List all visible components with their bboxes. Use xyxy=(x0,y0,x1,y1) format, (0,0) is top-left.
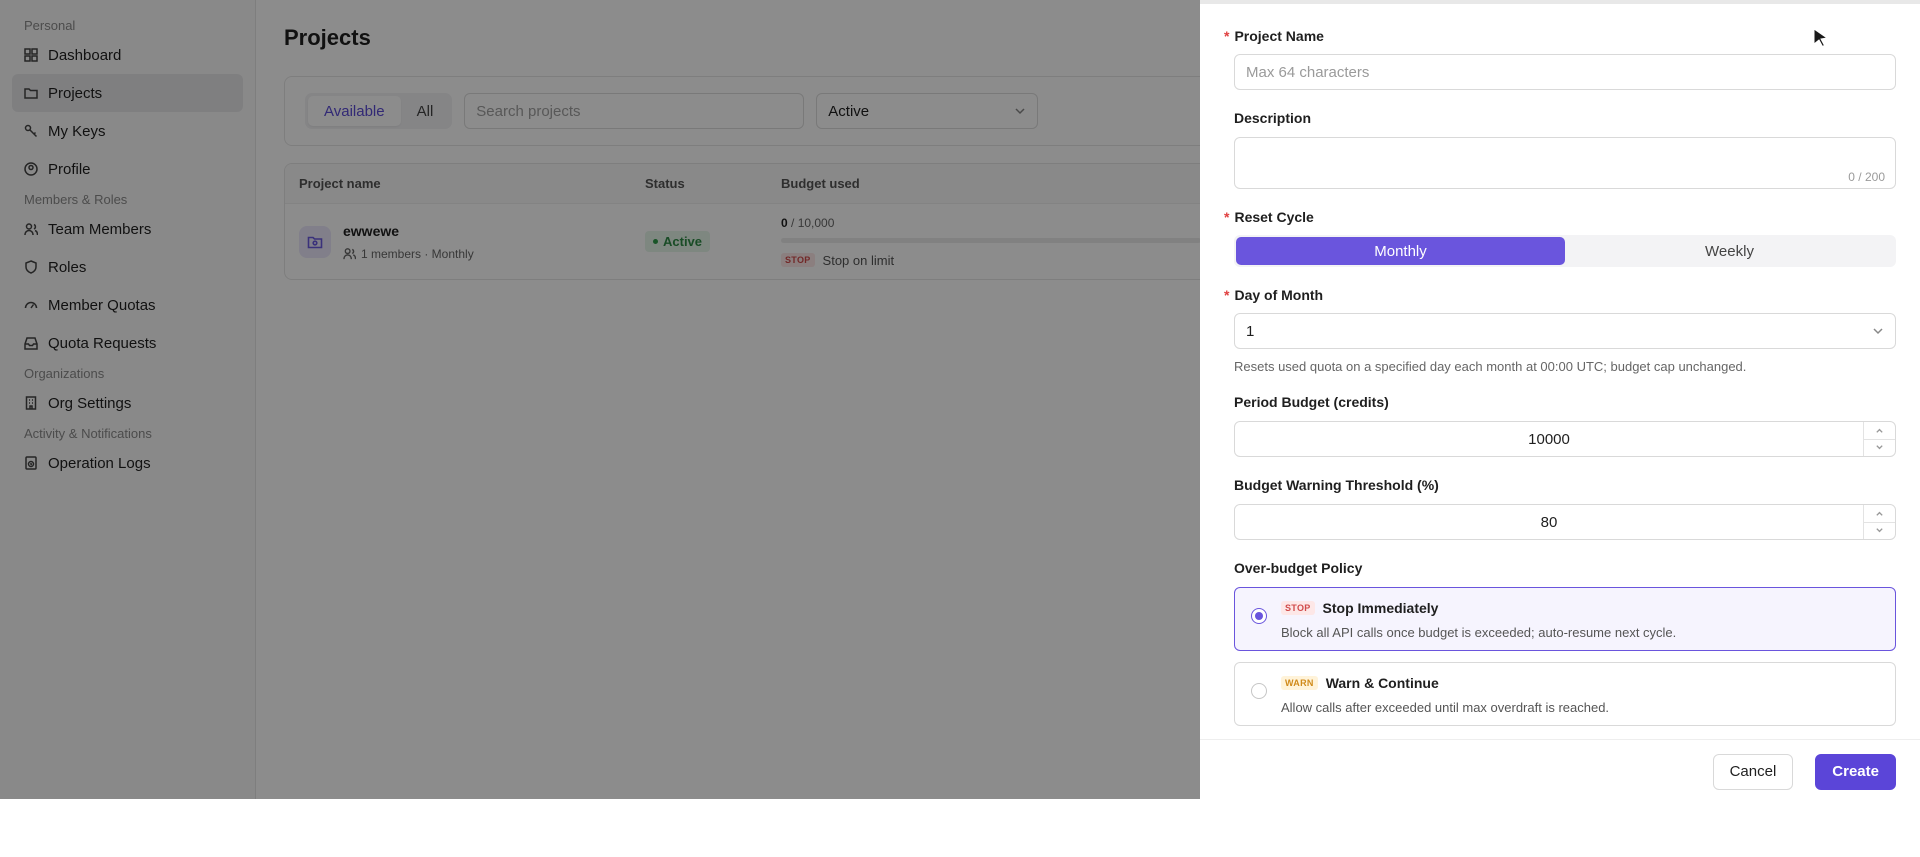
modal-overlay[interactable] xyxy=(0,0,1200,799)
period-budget-value: 10000 xyxy=(1528,430,1570,448)
day-of-month-value: 1 xyxy=(1246,322,1255,340)
project-name-label: Project Name xyxy=(1234,28,1324,44)
mouse-cursor-icon xyxy=(1813,28,1829,48)
over-budget-policy-label: Over-budget Policy xyxy=(1234,560,1363,576)
reset-cycle-toggle: Monthly Weekly xyxy=(1234,235,1896,267)
policy-tag-stop: STOP xyxy=(1281,601,1315,615)
day-of-month-label: Day of Month xyxy=(1234,287,1324,303)
chevron-down-icon xyxy=(1873,328,1883,335)
decrement-button[interactable] xyxy=(1864,521,1895,540)
increment-button[interactable] xyxy=(1864,505,1895,522)
warning-threshold-value: 80 xyxy=(1540,513,1558,531)
reset-cycle-weekly[interactable]: Weekly xyxy=(1565,237,1894,265)
reset-cycle-label: Reset Cycle xyxy=(1234,209,1314,225)
period-budget-label: Period Budget (credits) xyxy=(1234,394,1389,410)
policy-option-warn[interactable]: WARN Warn & Continue Allow calls after e… xyxy=(1234,662,1896,726)
app-window: Personal Dashboard Projects My Keys Prof… xyxy=(0,0,1920,799)
policy-option-stop[interactable]: STOP Stop Immediately Block all API call… xyxy=(1234,587,1896,651)
policy-desc-warn: Allow calls after exceeded until max ove… xyxy=(1281,700,1610,715)
radio-warn[interactable] xyxy=(1251,683,1267,699)
warning-threshold-stepper xyxy=(1863,505,1895,539)
drawer-footer: Cancel Create xyxy=(1200,739,1920,799)
description-textarea[interactable]: 0 / 200 xyxy=(1234,137,1896,189)
project-name-input[interactable]: Max 64 characters xyxy=(1234,54,1896,90)
required-marker: * xyxy=(1224,287,1230,303)
day-of-month-select[interactable]: 1 xyxy=(1234,313,1896,349)
period-budget-stepper xyxy=(1863,422,1895,456)
required-marker: * xyxy=(1224,209,1230,225)
policy-desc-stop: Block all API calls once budget is excee… xyxy=(1281,625,1677,640)
chevron-up-icon xyxy=(1876,511,1883,516)
reset-cycle-monthly[interactable]: Monthly xyxy=(1236,237,1565,265)
chevron-down-icon xyxy=(1876,528,1883,533)
radio-stop[interactable] xyxy=(1251,608,1267,624)
policy-title-stop: Stop Immediately xyxy=(1322,600,1439,616)
create-project-drawer: * Project Name Max 64 characters Descrip… xyxy=(1200,0,1920,799)
warning-threshold-input[interactable]: 80 xyxy=(1234,504,1896,540)
chevron-down-icon xyxy=(1876,445,1883,450)
policy-title-warn: Warn & Continue xyxy=(1325,675,1439,691)
create-button[interactable]: Create xyxy=(1815,753,1896,790)
description-counter: 0 / 200 xyxy=(1848,170,1885,184)
warning-threshold-label: Budget Warning Threshold (%) xyxy=(1234,477,1439,493)
decrement-button[interactable] xyxy=(1864,438,1895,457)
required-marker: * xyxy=(1224,28,1230,44)
period-budget-input[interactable]: 10000 xyxy=(1234,421,1896,457)
day-of-month-help: Resets used quota on a specified day eac… xyxy=(1234,359,1747,374)
cancel-button[interactable]: Cancel xyxy=(1712,753,1794,790)
increment-button[interactable] xyxy=(1864,422,1895,439)
policy-tag-warn: WARN xyxy=(1281,676,1318,690)
chevron-up-icon xyxy=(1876,428,1883,433)
description-label: Description xyxy=(1234,110,1312,126)
